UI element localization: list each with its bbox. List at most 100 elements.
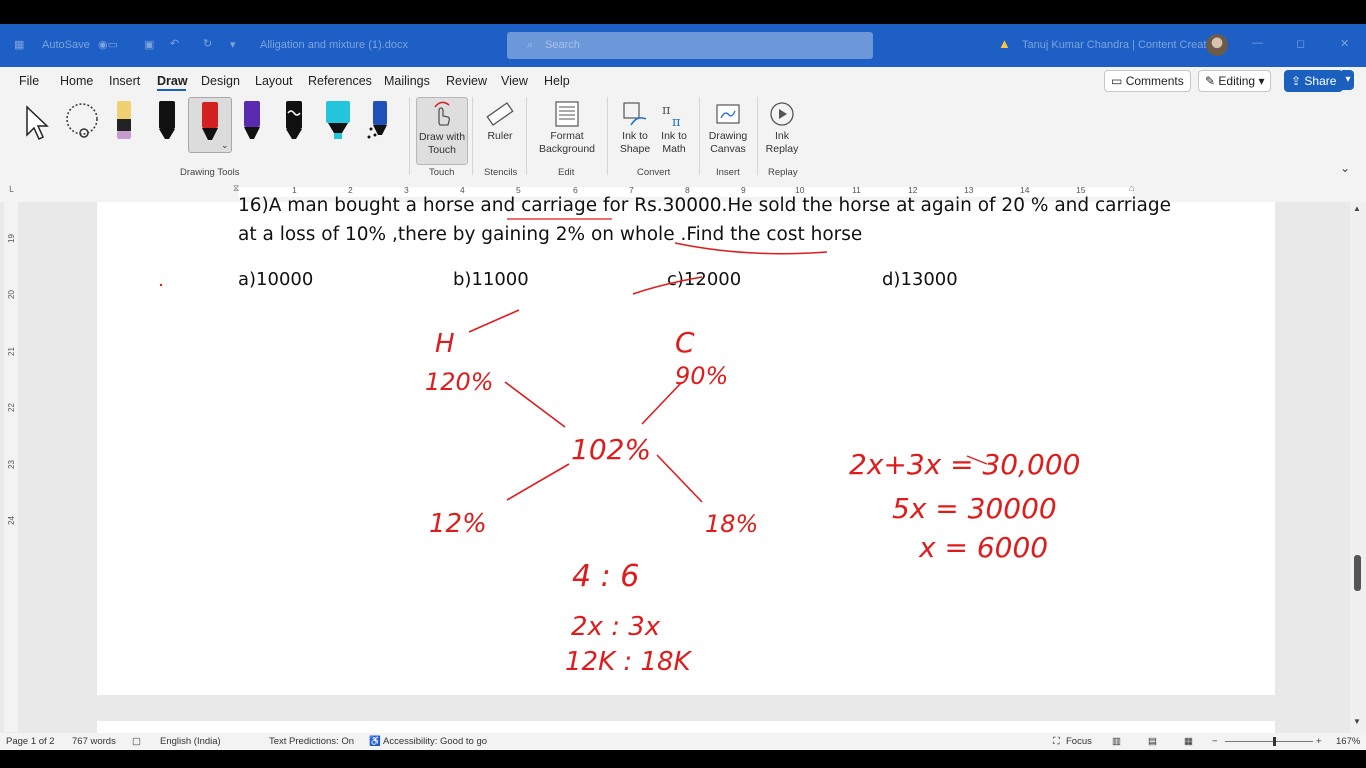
- ink-to-math-label[interactable]: Ink to Math: [655, 130, 693, 156]
- tab-help[interactable]: Help: [544, 74, 570, 88]
- ruler-number: 5: [516, 185, 521, 195]
- warning-icon[interactable]: ▲: [998, 37, 1012, 51]
- document-page[interactable]: 16)A man bought a horse and carriage for…: [97, 195, 1275, 695]
- comment-icon: ▭: [1111, 74, 1123, 88]
- pen-purple-icon[interactable]: [241, 99, 263, 143]
- action-pen-icon[interactable]: [366, 99, 392, 143]
- highlighter-cyan-icon[interactable]: [324, 99, 352, 143]
- print-layout-icon[interactable]: ▤: [1148, 736, 1157, 747]
- ruler-number: 3: [404, 185, 409, 195]
- ruler-number: 8: [685, 185, 690, 195]
- ink-left-diff: 12%: [429, 509, 487, 539]
- pen-black-wave-icon[interactable]: [283, 99, 305, 143]
- ruler-label[interactable]: Ruler: [483, 130, 517, 143]
- group-label-replay: Replay: [768, 167, 798, 178]
- zoom-level[interactable]: 167%: [1336, 736, 1360, 747]
- group-label-drawing-tools: Drawing Tools: [180, 167, 240, 178]
- pen-options-chevron-icon[interactable]: ⌄: [221, 140, 229, 151]
- pen-red-selected[interactable]: ⌄: [188, 97, 232, 153]
- tab-file[interactable]: File: [19, 74, 39, 88]
- pen-red-icon: [202, 102, 218, 140]
- collapse-ribbon-chevron-icon[interactable]: ⌄: [1340, 161, 1350, 175]
- tab-references[interactable]: References: [308, 74, 372, 88]
- autosave-toggle-icon[interactable]: ◉▭: [98, 38, 118, 51]
- language[interactable]: English (India): [160, 736, 221, 747]
- scroll-down-icon[interactable]: ▼: [1353, 717, 1361, 726]
- ink-eq1: 2x+3x = 30,000: [849, 448, 1080, 481]
- select-cursor-icon[interactable]: [22, 103, 52, 143]
- document-page-2[interactable]: [97, 721, 1275, 733]
- proofing-icon[interactable]: ▢: [132, 736, 141, 747]
- zoom-out-icon[interactable]: −: [1212, 736, 1218, 747]
- avatar[interactable]: [1206, 34, 1228, 56]
- close-icon[interactable]: ✕: [1340, 37, 1349, 50]
- tab-stop-selector-icon[interactable]: └: [7, 186, 13, 196]
- user-status[interactable]: Tanuj Kumar Chandra | Content Creation: [1022, 39, 1221, 51]
- text-predictions[interactable]: Text Predictions: On: [269, 736, 354, 747]
- ink-to-shape-label[interactable]: Ink to Shape: [615, 130, 655, 156]
- drawing-canvas-label[interactable]: Drawing Canvas: [704, 130, 752, 156]
- save-icon[interactable]: ▣: [144, 38, 154, 51]
- right-indent-marker-icon[interactable]: ⌂: [1129, 183, 1134, 193]
- tab-review[interactable]: Review: [446, 74, 487, 88]
- active-tab-indicator: [157, 89, 186, 91]
- ink-to-math-icon[interactable]: π π: [660, 100, 688, 128]
- svg-text:π: π: [672, 115, 681, 128]
- ink-line-right-diff: [656, 454, 703, 503]
- pen-black-icon[interactable]: [156, 99, 178, 143]
- zoom-in-icon[interactable]: +: [1316, 736, 1322, 747]
- tab-draw[interactable]: Draw: [157, 74, 188, 88]
- restore-icon[interactable]: ◻: [1296, 37, 1305, 50]
- vertical-ruler[interactable]: 19 20 21 22 23 24: [4, 202, 18, 732]
- accessibility-icon[interactable]: ♿: [369, 736, 381, 747]
- ruler-number: 13: [964, 185, 974, 195]
- drawing-canvas-icon[interactable]: [714, 100, 742, 128]
- vertical-scrollbar[interactable]: ▲ ▼: [1350, 202, 1366, 733]
- minimize-icon[interactable]: —: [1252, 37, 1263, 49]
- indent-marker-icon[interactable]: ⧖: [233, 183, 239, 194]
- group-separator: [699, 97, 700, 175]
- redo-icon[interactable]: ↻: [203, 37, 212, 50]
- tab-insert[interactable]: Insert: [109, 74, 140, 88]
- quick-access-menu-icon[interactable]: ▾: [230, 38, 236, 51]
- ink-eq3: x = 6000: [918, 531, 1048, 564]
- vruler-number: 20: [6, 290, 16, 299]
- autosave-label[interactable]: AutoSave: [42, 39, 90, 51]
- ruler-icon[interactable]: [486, 100, 514, 128]
- document-title[interactable]: Alligation and mixture (1).docx: [260, 39, 408, 51]
- tab-mailings[interactable]: Mailings: [384, 74, 430, 88]
- scrollbar-thumb[interactable]: [1354, 555, 1361, 591]
- accessibility-status[interactable]: Accessibility: Good to go: [383, 736, 487, 747]
- tab-layout[interactable]: Layout: [255, 74, 293, 88]
- search-box[interactable]: ⌕ Search: [507, 32, 873, 59]
- ink-replay-icon[interactable]: [768, 100, 796, 128]
- read-mode-icon[interactable]: ▥: [1112, 736, 1121, 747]
- ink-to-shape-icon[interactable]: [621, 100, 649, 128]
- pencil-yellow-icon[interactable]: [114, 99, 134, 143]
- tab-view[interactable]: View: [501, 74, 528, 88]
- zoom-slider[interactable]: [1225, 741, 1313, 742]
- format-background-label[interactable]: Format Background: [533, 130, 601, 156]
- share-dropdown-icon[interactable]: ▾: [1342, 70, 1354, 90]
- scroll-up-icon[interactable]: ▲: [1353, 204, 1361, 213]
- draw-with-touch-button[interactable]: Draw with Touch: [416, 97, 468, 165]
- share-button[interactable]: ⇪ Share: [1284, 70, 1344, 92]
- editing-mode-button[interactable]: ✎ Editing ▾: [1198, 70, 1272, 92]
- screen-bottom-border: [0, 750, 1366, 768]
- ink-tick-option-c: [632, 276, 703, 295]
- comments-button[interactable]: ▭ Comments: [1104, 70, 1191, 92]
- web-layout-icon[interactable]: ▦: [1184, 736, 1193, 747]
- tab-home[interactable]: Home: [60, 74, 93, 88]
- format-background-icon[interactable]: [554, 100, 580, 128]
- title-bar: ▦ AutoSave ◉▭ ▣ ↶ ↻ ▾ Alligation and mix…: [0, 24, 1366, 67]
- word-count[interactable]: 767 words: [72, 736, 116, 747]
- focus-icon[interactable]: ⛶: [1053, 736, 1060, 747]
- lasso-select-icon[interactable]: [62, 101, 104, 143]
- page-count[interactable]: Page 1 of 2: [6, 736, 55, 747]
- ink-underline-find: [674, 242, 828, 255]
- focus-label[interactable]: Focus: [1066, 736, 1092, 747]
- undo-icon[interactable]: ↶: [170, 37, 179, 50]
- zoom-slider-thumb[interactable]: [1273, 737, 1276, 746]
- tab-design[interactable]: Design: [201, 74, 240, 88]
- ink-replay-label[interactable]: Ink Replay: [762, 130, 802, 156]
